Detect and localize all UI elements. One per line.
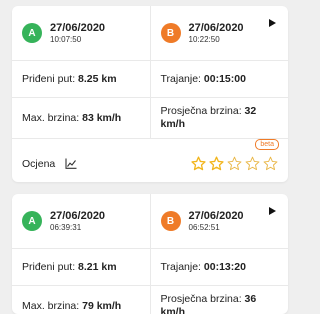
duration-value: 00:13:20: [203, 260, 246, 273]
rating-label: Ocjena: [22, 157, 56, 170]
distance-stat: Priđeni put: 8.21 km: [12, 249, 150, 285]
start-point: A 27/06/2020 10:07:50: [12, 6, 150, 60]
distance-stat: Priđeni put: 8.25 km: [12, 61, 150, 97]
trip-card: A 27/06/2020 06:39:31 B 27/06/2020 06:52…: [12, 194, 288, 314]
max-speed-label: Max. brzina:: [22, 111, 80, 124]
star-filled-icon[interactable]: [209, 156, 224, 171]
duration-label: Trajanje:: [160, 72, 201, 85]
trip-stats-row: Priđeni put: 8.25 km Trajanje: 00:15:00: [12, 61, 288, 98]
duration-label: Trajanje:: [160, 260, 201, 273]
start-date: 27/06/2020: [50, 209, 106, 222]
max-speed-value: 83 km/h: [82, 111, 122, 124]
chart-icon[interactable]: [65, 158, 77, 169]
rating-row: Ocjena beta: [12, 139, 288, 182]
end-point: B 27/06/2020 10:22:50: [149, 6, 289, 60]
end-date: 27/06/2020: [188, 209, 244, 222]
max-speed-stat: Max. brzina: 79 km/h: [12, 286, 150, 314]
trip-header: A 27/06/2020 10:07:50 B 27/06/2020 10:22…: [12, 6, 288, 61]
start-time: 06:39:31: [50, 222, 82, 232]
distance-label: Priđeni put:: [22, 72, 76, 85]
start-badge: A: [22, 23, 42, 43]
trip-stats-row: Priđeni put: 8.21 km Trajanje: 00:13:20: [12, 249, 288, 286]
distance-value: 8.25 km: [78, 72, 117, 85]
start-point: A 27/06/2020 06:39:31: [12, 194, 150, 248]
duration-stat: Trajanje: 00:15:00: [149, 61, 289, 97]
max-speed-value: 79 km/h: [82, 299, 122, 312]
trip-header: A 27/06/2020 06:39:31 B 27/06/2020 06:52…: [12, 194, 288, 249]
star-empty-icon[interactable]: [245, 156, 260, 171]
play-route-icon[interactable]: [269, 19, 276, 27]
star-empty-icon[interactable]: [263, 156, 278, 171]
trip-card: A 27/06/2020 10:07:50 B 27/06/2020 10:22…: [12, 6, 288, 182]
end-badge: B: [160, 23, 181, 43]
trip-speed-row: Max. brzina: 83 km/h Prosječna brzina: 3…: [12, 98, 288, 139]
avg-speed-label: Prosječna brzina:: [160, 105, 242, 117]
end-date: 27/06/2020: [188, 21, 244, 34]
play-route-icon[interactable]: [269, 207, 276, 215]
end-time: 10:22:50: [188, 34, 220, 44]
duration-value: 00:15:00: [203, 72, 246, 85]
end-point: B 27/06/2020 06:52:51: [149, 194, 289, 248]
end-time: 06:52:51: [188, 222, 220, 232]
max-speed-label: Max. brzina:: [22, 299, 80, 312]
avg-speed-stat: Prosječna brzina: 32 km/h: [149, 98, 289, 138]
max-speed-stat: Max. brzina: 83 km/h: [12, 98, 150, 138]
trip-speed-row: Max. brzina: 79 km/h Prosječna brzina: 3…: [12, 286, 288, 314]
end-badge: B: [160, 211, 181, 231]
beta-badge: beta: [255, 139, 279, 150]
star-empty-icon[interactable]: [227, 156, 242, 171]
avg-speed-stat: Prosječna brzina: 36 km/h: [149, 286, 289, 314]
distance-value: 8.21 km: [78, 260, 117, 273]
distance-label: Priđeni put:: [22, 260, 76, 273]
star-filled-icon[interactable]: [191, 156, 206, 171]
avg-speed-label: Prosječna brzina:: [160, 293, 242, 305]
duration-stat: Trajanje: 00:13:20: [149, 249, 289, 285]
start-badge: A: [22, 211, 42, 231]
start-time: 10:07:50: [50, 34, 82, 44]
start-date: 27/06/2020: [50, 21, 106, 34]
